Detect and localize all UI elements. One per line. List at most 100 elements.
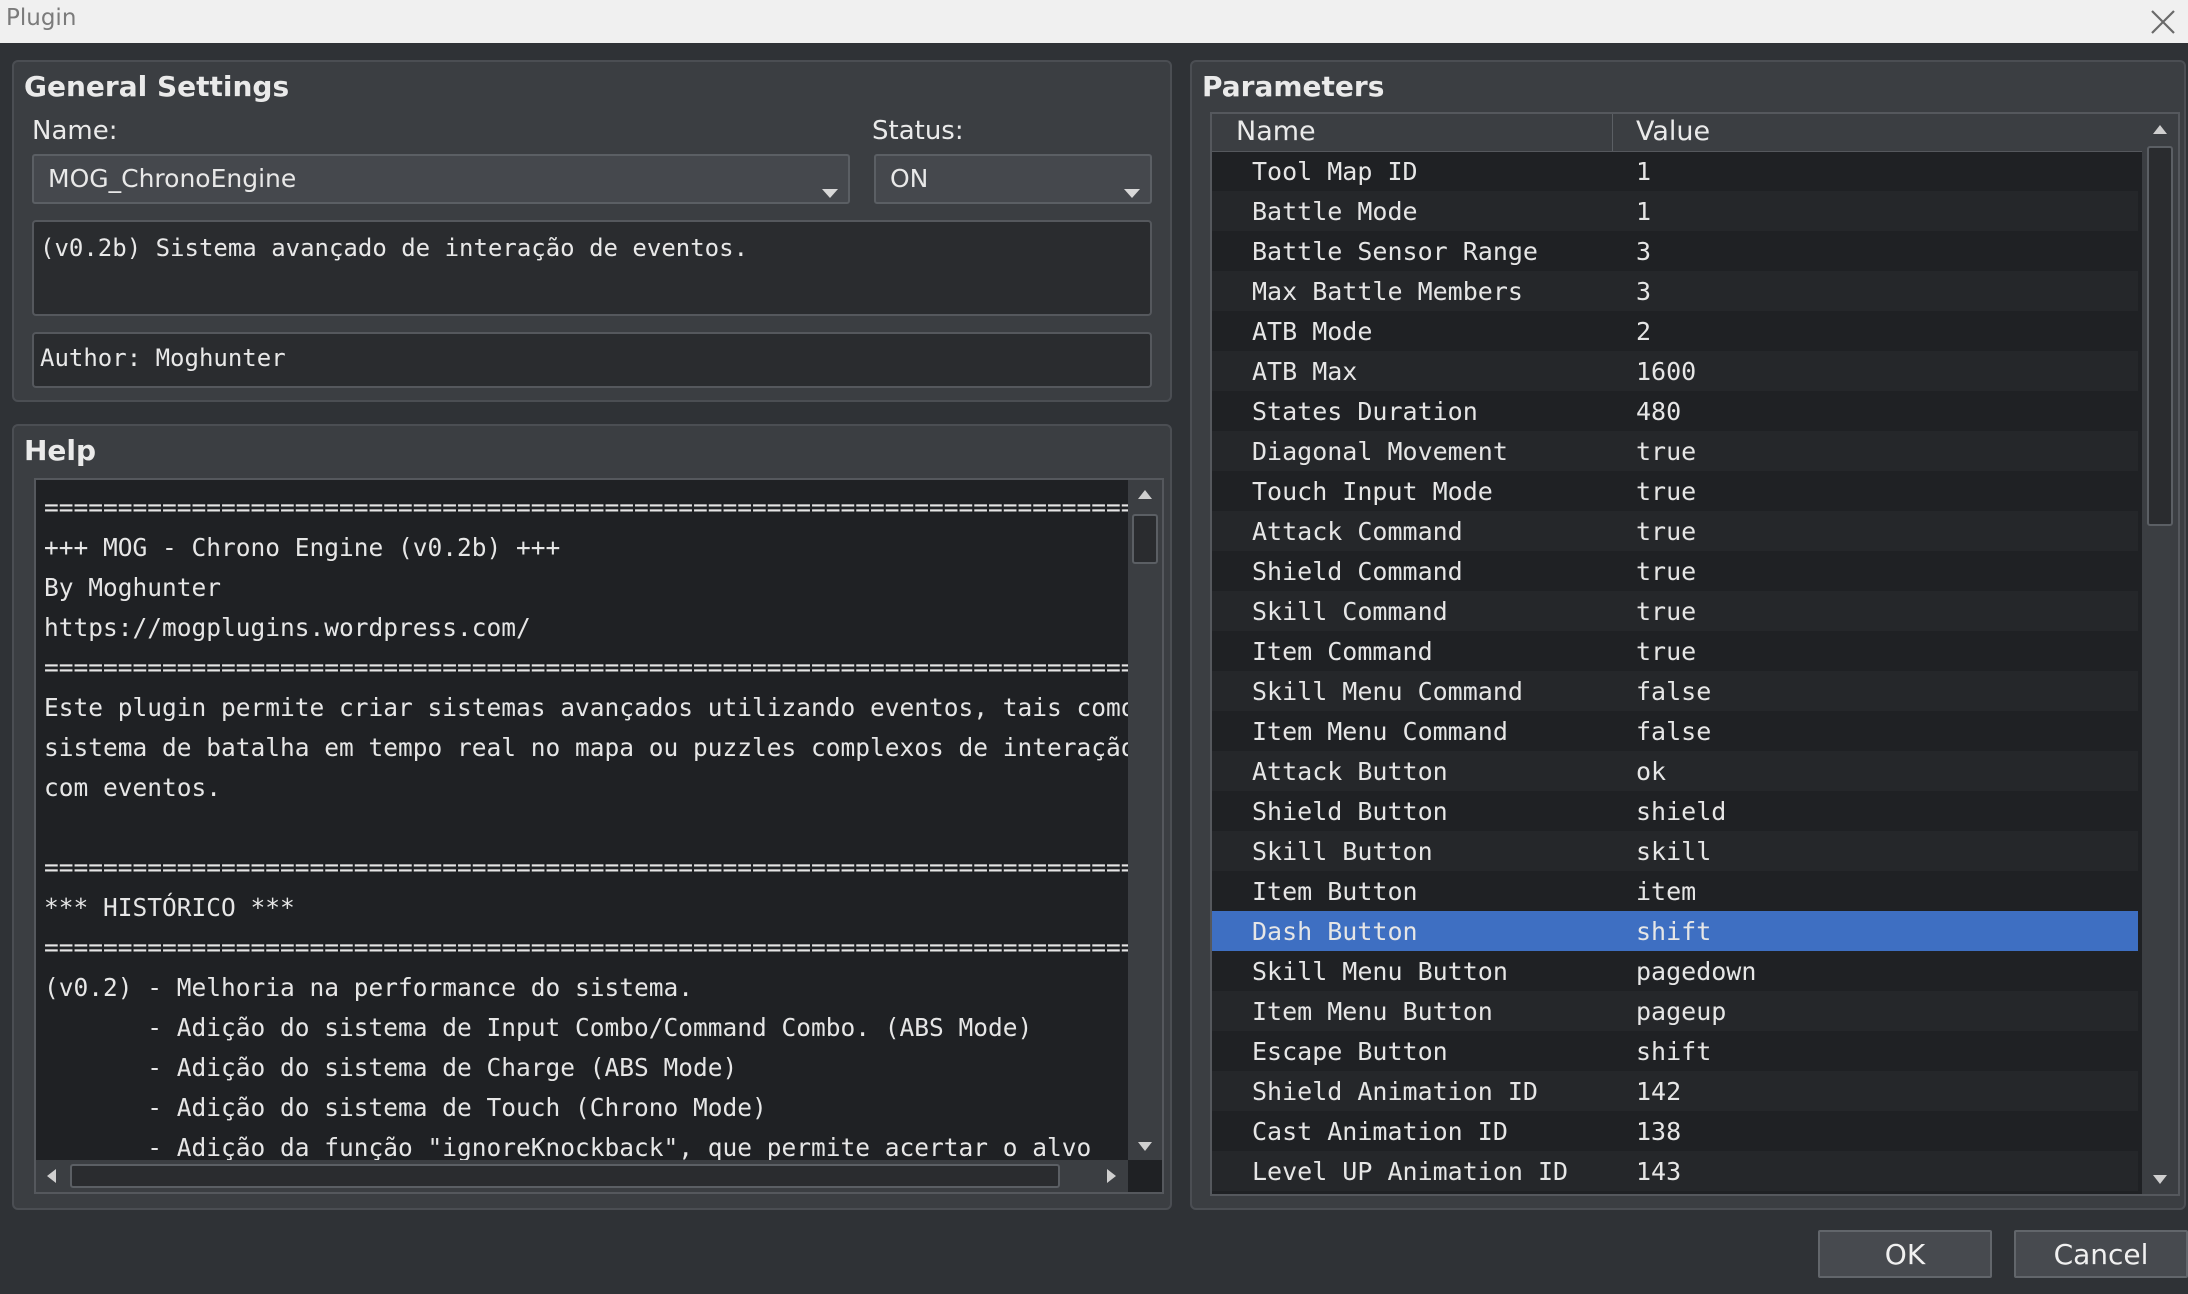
- parameter-name: Shield Button: [1252, 797, 1448, 826]
- triangle-down-icon[interactable]: [2142, 1164, 2178, 1194]
- parameter-value[interactable]: 480: [1636, 397, 1681, 426]
- triangle-up-icon[interactable]: [1128, 480, 1162, 508]
- status-select[interactable]: ON: [874, 154, 1152, 204]
- parameter-row[interactable]: Level UP Animation ID 143: [1212, 1151, 2138, 1191]
- column-header-name[interactable]: Name: [1236, 116, 1316, 147]
- parameter-row[interactable]: Skill Menu Command false: [1212, 671, 2138, 711]
- parameter-value[interactable]: true: [1636, 557, 1696, 586]
- parameter-value[interactable]: false: [1636, 677, 1711, 706]
- parameter-row[interactable]: Dash Button shift: [1212, 911, 2138, 951]
- description-field[interactable]: (v0.2b) Sistema avançado de interação de…: [32, 220, 1152, 316]
- parameter-row[interactable]: Shield Button shield: [1212, 791, 2138, 831]
- help-vertical-scrollbar[interactable]: [1128, 480, 1162, 1160]
- ok-button[interactable]: OK: [1818, 1230, 1992, 1278]
- parameter-name: Dash Button: [1252, 917, 1418, 946]
- parameter-value[interactable]: 3: [1636, 237, 1651, 266]
- help-vertical-scroll-thumb[interactable]: [1132, 514, 1158, 564]
- parameter-name: Diagonal Movement: [1252, 437, 1508, 466]
- parameter-name: Battle Mode: [1252, 197, 1418, 226]
- help-title: Help: [24, 434, 97, 467]
- parameter-row[interactable]: States Duration 480: [1212, 391, 2138, 431]
- parameter-value[interactable]: true: [1636, 597, 1696, 626]
- parameter-value[interactable]: 1: [1636, 197, 1651, 226]
- parameter-row[interactable]: Skill Button skill: [1212, 831, 2138, 871]
- parameter-value[interactable]: 2: [1636, 317, 1651, 346]
- parameter-row[interactable]: Touch Input Mode true: [1212, 471, 2138, 511]
- chevron-down-icon: [822, 176, 838, 205]
- parameter-row[interactable]: Max Battle Members 3: [1212, 271, 2138, 311]
- status-label: Status:: [872, 116, 964, 146]
- parameters-vertical-scroll-thumb[interactable]: [2147, 146, 2173, 526]
- parameter-value[interactable]: true: [1636, 477, 1696, 506]
- help-text: ========================================…: [44, 493, 1164, 1162]
- help-text-area[interactable]: ========================================…: [34, 478, 1164, 1194]
- parameter-name: Touch Input Mode: [1252, 477, 1493, 506]
- plugin-name-select[interactable]: MOG_ChronoEngine: [32, 154, 850, 204]
- help-horizontal-scroll-thumb[interactable]: [70, 1164, 1060, 1188]
- parameter-value[interactable]: pageup: [1636, 997, 1726, 1026]
- triangle-down-icon[interactable]: [1128, 1132, 1162, 1160]
- parameter-name: Skill Menu Command: [1252, 677, 1523, 706]
- parameter-value[interactable]: true: [1636, 517, 1696, 546]
- triangle-up-icon[interactable]: [2142, 114, 2178, 144]
- parameter-row[interactable]: Battle Sensor Range 3: [1212, 231, 2138, 271]
- window-titlebar: Plugin: [0, 0, 2188, 43]
- parameter-value[interactable]: shift: [1636, 1037, 1711, 1066]
- parameter-value[interactable]: 138: [1636, 1117, 1681, 1146]
- parameter-value[interactable]: shield: [1636, 797, 1726, 826]
- parameters-table-header: Name Value: [1212, 114, 2178, 152]
- parameter-row[interactable]: Skill Menu Button pagedown: [1212, 951, 2138, 991]
- help-horizontal-scrollbar[interactable]: [36, 1160, 1128, 1192]
- parameter-name: Item Menu Button: [1252, 997, 1493, 1026]
- parameter-row[interactable]: Skill Command true: [1212, 591, 2138, 631]
- parameter-value[interactable]: pagedown: [1636, 957, 1756, 986]
- parameter-name: Item Command: [1252, 637, 1433, 666]
- parameter-value[interactable]: skill: [1636, 837, 1711, 866]
- close-icon[interactable]: [2138, 0, 2188, 43]
- parameter-row[interactable]: Item Button item: [1212, 871, 2138, 911]
- parameter-value[interactable]: 142: [1636, 1077, 1681, 1106]
- author-field[interactable]: Author: Moghunter: [32, 332, 1152, 388]
- parameter-name: Tool Map ID: [1252, 157, 1418, 186]
- parameter-row[interactable]: Tool Map ID 1: [1212, 151, 2138, 191]
- parameter-name: Attack Button: [1252, 757, 1448, 786]
- name-label: Name:: [32, 116, 118, 146]
- parameter-value[interactable]: item: [1636, 877, 1696, 906]
- parameter-row[interactable]: Battle Mode 1: [1212, 191, 2138, 231]
- parameter-name: Battle Sensor Range: [1252, 237, 1538, 266]
- parameter-row[interactable]: Escape Button shift: [1212, 1031, 2138, 1071]
- parameter-row[interactable]: Cast Animation ID 138: [1212, 1111, 2138, 1151]
- parameter-value[interactable]: shift: [1636, 917, 1711, 946]
- parameter-row[interactable]: Attack Button ok: [1212, 751, 2138, 791]
- parameter-name: Item Button: [1252, 877, 1418, 906]
- parameter-value[interactable]: 3: [1636, 277, 1651, 306]
- cancel-button[interactable]: Cancel: [2014, 1230, 2188, 1278]
- parameter-value[interactable]: true: [1636, 437, 1696, 466]
- parameter-row[interactable]: Diagonal Movement true: [1212, 431, 2138, 471]
- parameter-value[interactable]: true: [1636, 637, 1696, 666]
- parameter-row[interactable]: ATB Max 1600: [1212, 351, 2138, 391]
- triangle-left-icon[interactable]: [36, 1160, 66, 1192]
- parameters-title: Parameters: [1202, 70, 1385, 103]
- parameter-row[interactable]: Item Menu Command false: [1212, 711, 2138, 751]
- parameter-row[interactable]: Shield Animation ID 142: [1212, 1071, 2138, 1111]
- parameters-vertical-scrollbar[interactable]: [2142, 114, 2178, 1194]
- parameters-table[interactable]: Name Value Tool Map ID 1 Battle Mode 1 Battl…: [1210, 112, 2180, 1196]
- column-header-value[interactable]: Value: [1636, 116, 1710, 147]
- parameters-panel: Parameters Name Value Tool Map ID 1 Battle…: [1190, 60, 2186, 1210]
- parameter-value[interactable]: ok: [1636, 757, 1666, 786]
- parameter-value[interactable]: 1600: [1636, 357, 1696, 386]
- triangle-right-icon[interactable]: [1096, 1160, 1126, 1192]
- parameter-row[interactable]: Item Menu Button pageup: [1212, 991, 2138, 1031]
- parameter-row[interactable]: Shield Command true: [1212, 551, 2138, 591]
- parameter-value[interactable]: 143: [1636, 1157, 1681, 1186]
- parameter-row[interactable]: ATB Mode 2: [1212, 311, 2138, 351]
- column-divider[interactable]: [1612, 114, 1613, 151]
- help-panel: Help ===================================…: [12, 424, 1172, 1210]
- parameter-row[interactable]: Attack Command true: [1212, 511, 2138, 551]
- parameter-name: Shield Animation ID: [1252, 1077, 1538, 1106]
- parameter-row[interactable]: Item Command true: [1212, 631, 2138, 671]
- status-value: ON: [890, 164, 929, 193]
- parameter-value[interactable]: false: [1636, 717, 1711, 746]
- parameter-value[interactable]: 1: [1636, 157, 1651, 186]
